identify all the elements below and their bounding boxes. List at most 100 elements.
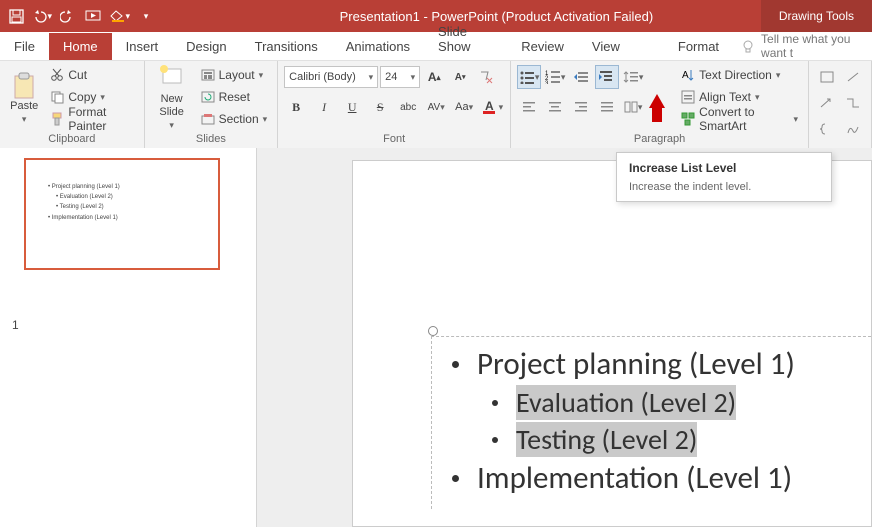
bullet-item[interactable]: Project planning (Level 1) xyxy=(440,345,871,383)
numbering-button[interactable]: 123▾ xyxy=(543,65,567,89)
shape-scribble-icon[interactable] xyxy=(841,117,865,141)
increase-font-size-button[interactable]: A▴ xyxy=(422,65,446,89)
content-placeholder[interactable]: Project planning (Level 1)Evaluation (Le… xyxy=(431,336,871,509)
font-size-combo[interactable]: 24▾ xyxy=(380,66,420,88)
tooltip-increase-list-level: Increase List Level Increase the indent … xyxy=(616,152,832,202)
tell-me-search[interactable]: Tell me what you want t xyxy=(733,32,872,60)
text-direction-button[interactable]: AText Direction▾ xyxy=(677,65,802,85)
shape-fill-qat-icon[interactable]: ▾ xyxy=(110,6,130,26)
clipboard-icon xyxy=(11,72,37,98)
bullet-item[interactable]: Evaluation (Level 2) xyxy=(440,385,871,420)
decrease-font-size-button[interactable]: A▾ xyxy=(448,65,472,89)
bullets-button[interactable]: ▾ xyxy=(517,65,541,89)
group-label-font: Font xyxy=(284,131,504,147)
bullet-item[interactable]: Testing (Level 2) xyxy=(440,422,871,457)
underline-button[interactable]: U xyxy=(340,95,364,119)
thumb-line: • Project planning (Level 1) xyxy=(48,182,218,192)
tab-format[interactable]: Format xyxy=(664,33,733,60)
paste-button[interactable]: Paste ▾ xyxy=(6,65,42,131)
reset-label: Reset xyxy=(219,90,250,104)
tab-review[interactable]: Review xyxy=(507,33,578,60)
group-label-slides: Slides xyxy=(151,131,272,147)
shape-line-icon[interactable] xyxy=(841,65,865,89)
increase-indent-button[interactable] xyxy=(595,65,619,89)
justify-button[interactable] xyxy=(595,95,619,119)
tab-animations[interactable]: Animations xyxy=(332,33,424,60)
tooltip-body: Increase the indent level. xyxy=(629,181,819,193)
reset-button[interactable]: Reset xyxy=(197,87,272,107)
tab-insert[interactable]: Insert xyxy=(112,33,173,60)
shape-rectangle-icon[interactable] xyxy=(815,65,839,89)
svg-text:A: A xyxy=(682,70,689,81)
section-icon xyxy=(201,113,215,125)
align-text-icon xyxy=(681,90,695,104)
layout-label: Layout xyxy=(219,68,255,82)
slide-number: 1 xyxy=(12,318,19,332)
thumb-line: • Testing (Level 2) xyxy=(48,202,218,212)
line-spacing-button[interactable]: ▾ xyxy=(621,65,645,89)
tab-view[interactable]: View xyxy=(578,33,634,60)
slide-thumbnail-1[interactable]: • Project planning (Level 1) • Evaluatio… xyxy=(24,158,220,270)
section-button[interactable]: Section▾ xyxy=(197,109,272,129)
align-left-button[interactable] xyxy=(517,95,541,119)
bullet-text: Testing (Level 2) xyxy=(516,422,697,457)
tab-home[interactable]: Home xyxy=(49,33,112,60)
font-name-combo[interactable]: Calibri (Body)▾ xyxy=(284,66,378,88)
decrease-indent-button[interactable] xyxy=(569,65,593,89)
format-painter-button[interactable]: Format Painter xyxy=(46,109,137,129)
text-shadow-button[interactable]: abc xyxy=(396,95,420,119)
clear-formatting-button[interactable] xyxy=(474,65,498,89)
copy-icon xyxy=(50,90,64,104)
align-center-button[interactable] xyxy=(543,95,567,119)
bold-button[interactable]: B xyxy=(284,95,308,119)
qat-customize-icon[interactable]: ▾ xyxy=(136,6,156,26)
svg-text:3: 3 xyxy=(545,81,549,84)
cut-button[interactable]: Cut xyxy=(46,65,137,85)
align-text-label: Align Text xyxy=(699,90,751,104)
shape-brace-icon[interactable] xyxy=(815,117,839,141)
bullet-dot-icon xyxy=(452,475,459,482)
align-text-button[interactable]: Align Text▾ xyxy=(677,87,802,107)
text-direction-label: Text Direction xyxy=(699,68,772,82)
shape-connector-icon[interactable] xyxy=(841,91,865,115)
change-case-button[interactable]: Aa▾ xyxy=(452,95,476,119)
paste-label: Paste xyxy=(10,100,38,112)
copy-label: Copy xyxy=(68,90,96,104)
rotation-handle-icon[interactable] xyxy=(428,326,438,336)
strikethrough-button[interactable]: S xyxy=(368,95,392,119)
slide-canvas[interactable]: Project planning (Level 1)Evaluation (Le… xyxy=(352,160,872,527)
format-painter-label: Format Painter xyxy=(68,105,133,133)
save-icon[interactable] xyxy=(6,6,26,26)
bullet-item[interactable]: Implementation (Level 1) xyxy=(440,459,871,497)
new-slide-button[interactable]: NewSlide ▾ xyxy=(151,65,193,131)
columns-button[interactable]: ▾ xyxy=(621,95,645,119)
section-label: Section xyxy=(219,112,259,126)
font-color-button[interactable]: A▾ xyxy=(480,95,504,119)
layout-button[interactable]: Layout▾ xyxy=(197,65,272,85)
undo-icon[interactable]: ▾ xyxy=(32,6,52,26)
convert-to-smartart-button[interactable]: Convert to SmartArt▾ xyxy=(677,109,802,129)
new-slide-icon xyxy=(159,65,185,91)
group-label-clipboard: Clipboard xyxy=(6,131,138,147)
contextual-tab-drawing-tools: Drawing Tools xyxy=(761,0,872,32)
tab-design[interactable]: Design xyxy=(172,33,240,60)
redo-icon[interactable] xyxy=(58,6,78,26)
italic-button[interactable]: I xyxy=(312,95,336,119)
shape-arrow-icon[interactable] xyxy=(815,91,839,115)
tab-transitions[interactable]: Transitions xyxy=(241,33,332,60)
copy-button[interactable]: Copy▾ xyxy=(46,87,137,107)
bullet-text: Implementation (Level 1) xyxy=(477,459,792,497)
smartart-label: Convert to SmartArt xyxy=(699,105,789,133)
tab-slideshow[interactable]: Slide Show xyxy=(424,18,507,60)
tooltip-title: Increase List Level xyxy=(629,161,819,175)
font-size-value: 24 xyxy=(385,71,397,83)
thumb-line: • Evaluation (Level 2) xyxy=(48,192,218,202)
bullet-text: Evaluation (Level 2) xyxy=(516,385,736,420)
tab-file[interactable]: File xyxy=(0,33,49,60)
start-from-beginning-icon[interactable] xyxy=(84,6,104,26)
bullet-text: Project planning (Level 1) xyxy=(477,345,795,383)
font-name-value: Calibri (Body) xyxy=(289,71,356,83)
svg-text:A: A xyxy=(485,99,494,113)
align-right-button[interactable] xyxy=(569,95,593,119)
character-spacing-button[interactable]: AV▾ xyxy=(424,95,448,119)
